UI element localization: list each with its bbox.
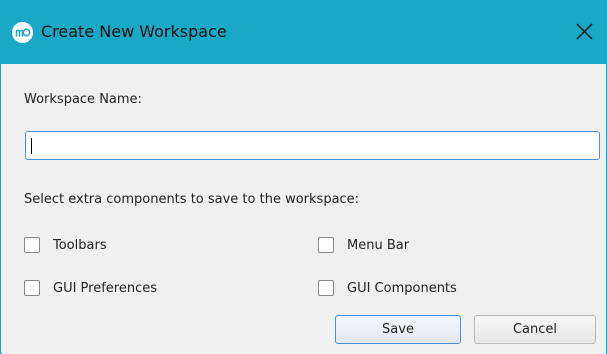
gui-components-option[interactable]: GUI Components — [318, 277, 457, 299]
toolbars-option[interactable]: Toolbars — [24, 234, 107, 256]
gui-components-label: GUI Components — [347, 280, 457, 296]
gui-preferences-label: GUI Preferences — [53, 280, 158, 296]
dialog-content: Workspace Name: Select extra components … — [2, 64, 606, 354]
gui-preferences-checkbox[interactable] — [24, 280, 40, 296]
close-button[interactable] — [562, 8, 607, 56]
cancel-button[interactable]: Cancel — [474, 315, 596, 344]
app-logo-icon — [12, 22, 33, 43]
save-button[interactable]: Save — [335, 315, 461, 344]
title-bar[interactable]: Create New Workspace — [1, 0, 607, 64]
text-caret — [31, 138, 32, 154]
menu-bar-label: Menu Bar — [347, 237, 410, 253]
menu-bar-checkbox[interactable] — [318, 237, 334, 253]
workspace-name-input[interactable] — [25, 131, 600, 160]
window-title: Create New Workspace — [41, 22, 227, 41]
dialog-window: Create New Workspace Workspace Name: Sel… — [0, 0, 607, 354]
components-instruction-label: Select extra components to save to the w… — [24, 192, 360, 207]
gui-components-checkbox[interactable] — [318, 280, 334, 296]
menu-bar-option[interactable]: Menu Bar — [318, 234, 409, 256]
toolbars-label: Toolbars — [53, 237, 107, 253]
close-icon — [576, 23, 593, 40]
gui-preferences-option[interactable]: GUI Preferences — [24, 277, 157, 299]
toolbars-checkbox[interactable] — [24, 237, 40, 253]
workspace-name-label: Workspace Name: — [24, 92, 142, 107]
